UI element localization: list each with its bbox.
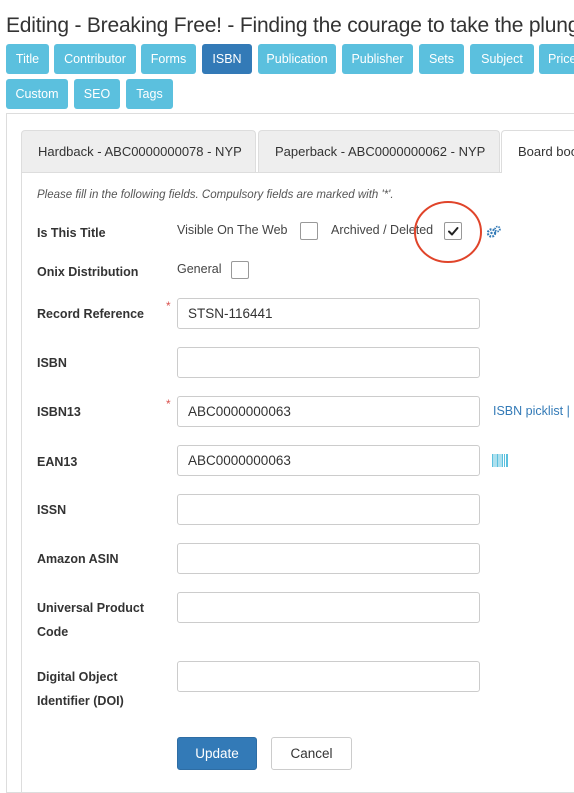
nav-button-contributor[interactable]: Contributor [54, 44, 136, 74]
highlight-circle [414, 201, 482, 263]
required-marker: * [166, 397, 171, 411]
help-text: Please fill in the following fields. Com… [37, 189, 394, 201]
nav-button-forms[interactable]: Forms [141, 44, 196, 74]
isbn13-input[interactable]: ABC0000000063 [177, 396, 480, 427]
upc-input[interactable] [177, 592, 480, 623]
required-marker: * [166, 299, 171, 313]
issn-label: ISSN [37, 503, 67, 517]
doi-label-line2: Identifier (DOI) [37, 694, 124, 708]
nav-button-prices[interactable]: Prices [539, 44, 574, 74]
nav-button-subject[interactable]: Subject [470, 44, 534, 74]
issn-input[interactable] [177, 494, 480, 525]
gears-icon[interactable] [486, 225, 501, 239]
update-button[interactable]: Update [177, 737, 257, 770]
nav-button-publisher[interactable]: Publisher [342, 44, 413, 74]
visible-on-web-checkbox[interactable] [300, 222, 318, 240]
onix-distribution-label: Onix Distribution [37, 265, 139, 279]
nav-button-title[interactable]: Title [6, 44, 49, 74]
isbn-input[interactable] [177, 347, 480, 378]
page-title: Editing - Breaking Free! - Finding the c… [6, 14, 574, 37]
general-checkbox[interactable] [231, 261, 249, 279]
record-reference-input[interactable]: STSN-116441 [177, 298, 480, 329]
isbn-label: ISBN [37, 356, 67, 370]
visible-on-web-label: Visible On The Web [177, 223, 288, 237]
nav-button-publication[interactable]: Publication [258, 44, 336, 74]
is-this-title-label: Is This Title [37, 226, 106, 240]
amazon-asin-input[interactable] [177, 543, 480, 574]
isbn13-label: ISBN13 [37, 405, 81, 419]
cancel-button[interactable]: Cancel [271, 737, 352, 770]
nav-button-isbn[interactable]: ISBN [202, 44, 252, 74]
upc-label-line2: Code [37, 625, 69, 639]
upc-label-line1: Universal Product [37, 601, 144, 615]
record-reference-label: Record Reference [37, 307, 144, 321]
ean13-label: EAN13 [37, 455, 78, 469]
barcode-icon[interactable] [492, 454, 509, 467]
nav-button-sets[interactable]: Sets [419, 44, 464, 74]
amazon-asin-label: Amazon ASIN [37, 552, 119, 566]
doi-label-line1: Digital Object [37, 670, 118, 684]
doi-input[interactable] [177, 661, 480, 692]
tab-paperback[interactable]: Paperback - ABC0000000062 - NYP [258, 130, 500, 172]
general-label: General [177, 262, 222, 276]
isbn-picklist-link[interactable]: ISBN picklist | [493, 404, 570, 418]
tab-hardback[interactable]: Hardback - ABC0000000078 - NYP [21, 130, 256, 172]
nav-button-custom[interactable]: Custom [6, 79, 68, 109]
nav-button-seo[interactable]: SEO [74, 79, 120, 109]
tab-board-book[interactable]: Board book - ABC0000000063 [501, 130, 574, 173]
nav-button-tags[interactable]: Tags [126, 79, 173, 109]
ean13-input[interactable]: ABC0000000063 [177, 445, 480, 476]
